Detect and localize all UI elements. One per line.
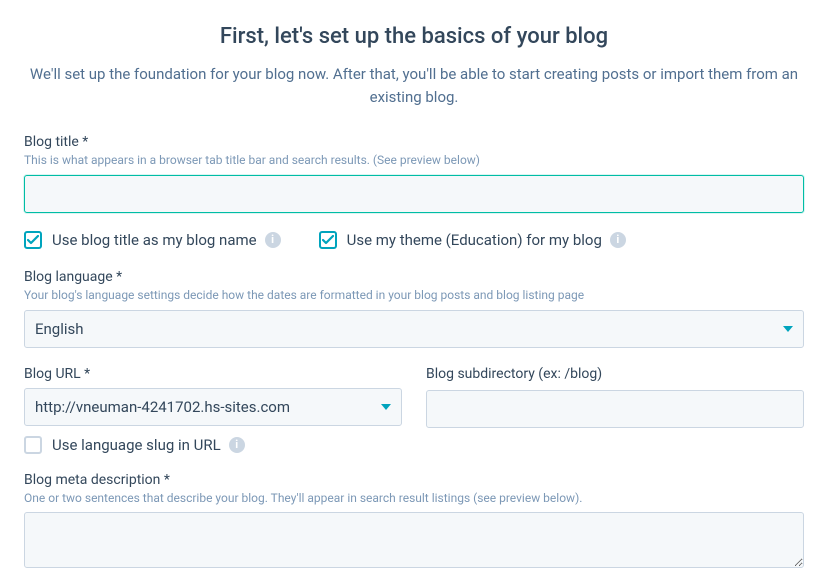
blog-url-group: Blog URL * http://vneuman-4241702.hs-sit… (24, 366, 402, 454)
blog-language-help: Your blog's language settings decide how… (24, 287, 804, 304)
blog-language-value: English (35, 320, 84, 338)
info-icon[interactable]: i (265, 232, 281, 248)
caret-down-icon (381, 404, 391, 410)
checkbox-row: Use blog title as my blog name i Use my … (24, 231, 804, 249)
use-language-slug-checkbox[interactable] (24, 436, 42, 454)
blog-subdirectory-label: Blog subdirectory (ex: /blog) (426, 366, 804, 382)
blog-title-label: Blog title * (24, 134, 804, 150)
info-icon[interactable]: i (610, 232, 626, 248)
blog-language-select[interactable]: English (24, 310, 804, 348)
page-title: First, let's set up the basics of your b… (24, 24, 804, 49)
blog-url-value: http://vneuman-4241702.hs-sites.com (35, 398, 290, 416)
page-subtitle: We'll set up the foundation for your blo… (28, 63, 800, 108)
use-language-slug-label[interactable]: Use language slug in URL (52, 436, 221, 454)
meta-description-textarea[interactable] (24, 512, 804, 568)
meta-description-help: One or two sentences that describe your … (24, 490, 804, 507)
use-theme-checkbox[interactable] (319, 231, 337, 249)
blog-title-input[interactable] (24, 175, 804, 213)
blog-subdirectory-group: Blog subdirectory (ex: /blog) (426, 366, 804, 454)
blog-language-label: Blog language * (24, 269, 804, 285)
use-theme-label[interactable]: Use my theme (Education) for my blog (347, 231, 602, 249)
blog-url-label: Blog URL * (24, 366, 402, 382)
blog-language-group: Blog language * Your blog's language set… (24, 269, 804, 348)
blog-title-group: Blog title * This is what appears in a b… (24, 134, 804, 213)
caret-down-icon (783, 326, 793, 332)
blog-title-help: This is what appears in a browser tab ti… (24, 152, 804, 169)
meta-description-group: Blog meta description * One or two sente… (24, 472, 804, 573)
blog-subdirectory-input[interactable] (426, 390, 804, 428)
meta-description-label: Blog meta description * (24, 472, 804, 488)
use-title-as-name-label[interactable]: Use blog title as my blog name (52, 231, 257, 249)
use-title-as-name-checkbox[interactable] (24, 231, 42, 249)
blog-url-select[interactable]: http://vneuman-4241702.hs-sites.com (24, 388, 402, 426)
info-icon[interactable]: i (229, 437, 245, 453)
